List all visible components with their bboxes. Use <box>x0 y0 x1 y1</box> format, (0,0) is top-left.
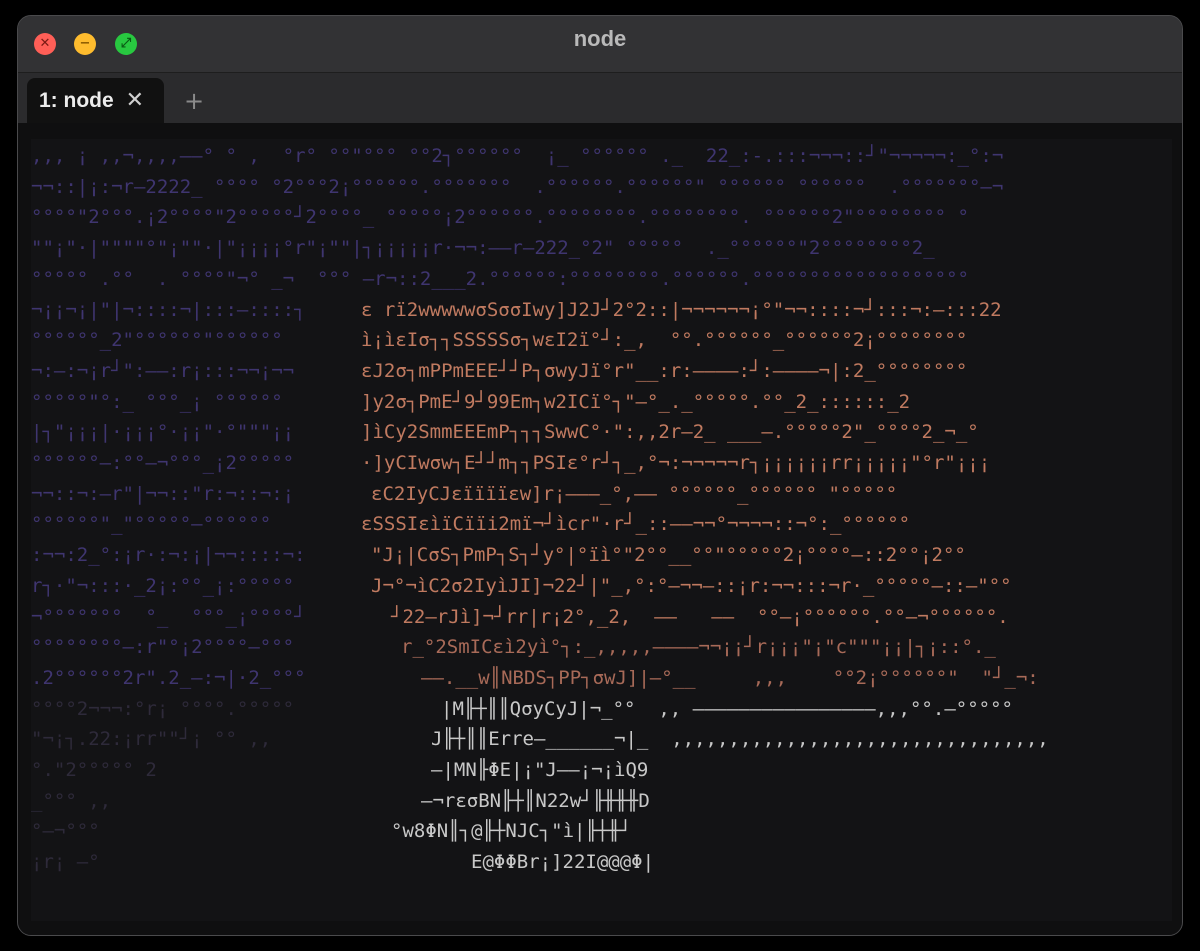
window-title: node <box>573 26 627 51</box>
ascii-figure-line: ε rï2wwwwwσSσσIwy]J2J┘2°2::|¬¬¬¬¬¬¡°"¬¬:… <box>361 298 1002 321</box>
terminal-line: ¬:—:¬¡r┘":——:r¡:::¬¬¡¬¬ <box>31 359 295 382</box>
terminal-line: :¬¬:2_°:¡r·:¬:¡|¬¬::::¬: <box>31 544 306 567</box>
terminal-line: ¡r¡ —° <box>31 851 100 874</box>
ascii-figure-line: ]ìCy2SmmEEEmP┐┐┐SwwC°·":,,2r—2_ ___—.°°°… <box>361 421 979 444</box>
ascii-figure-line: εC2IyCJεïïïïεw]r¡———_°,—— °°°°°°_°°°°°° … <box>371 482 898 505</box>
ascii-figure-line: ·]yCIwσw┐E┘┘m┐┐PSIε°r┘┐_,°¬:¬¬¬¬¬r┐¡¡¡¡¡… <box>361 452 991 474</box>
ascii-figure-line: J╟┼║║Erre—______¬|_ ,,,,,,,,,,,,,,,,,,,,… <box>431 728 1049 751</box>
terminal-line: °—¬°°° <box>31 820 100 843</box>
ascii-figure-line: E@ΦΦBr¡]22I@@@Φ| <box>471 851 655 874</box>
terminal-line: ¬¬::¬:—r"|¬¬::"r:¬::¬:¡ <box>31 482 295 505</box>
terminal-line: °."2°°°°° 2 <box>31 759 169 781</box>
terminal-line: °°°°°°°°—:r"°¡2°°°°—°°° <box>31 636 295 659</box>
ascii-figure-line: —|MN╟ΦE|¡"J——¡¬¡ìQ9 <box>431 759 649 781</box>
terminal-line: °°°°°°_2"°°°°°°"°°°°°° <box>31 329 283 352</box>
terminal-line: |┐"¡¡¡|·¡¡¡°·¡¡"·°"""¡¡ <box>31 421 295 444</box>
terminal-window: ✕ − ⤢ node 1: node ✕ + ,,, ¡ ,,¬,,,,——° … <box>17 15 1183 936</box>
terminal-line: °°°°°°"_"°°°°°—°°°°°° <box>31 513 272 536</box>
ascii-figure-line: °w8ΦN║┐@╟┼NJC┐"ì|╟┼╫┘ <box>391 820 632 843</box>
tab-label: 1: node <box>39 88 114 112</box>
terminal-line: "¬¡┐.22:¡rr""┘¡ °° ,, <box>31 728 272 751</box>
title-bar: ✕ − ⤢ node <box>18 16 1182 73</box>
ascii-figure-line: ┘22—rJì]¬┘rr|r¡2°,_2, —— —— °°—¡°°°°°°.°… <box>391 605 1009 628</box>
terminal-line: °°°°"2°°°.¡2°°°°"2°°°°°┘2°°°°_ °°°°°¡2°°… <box>31 206 969 229</box>
ascii-figure-line: ——.__w║NBDS┐PP┐σwJ]|—°__ ,,, °°2¡°°°°°°"… <box>421 666 1039 689</box>
ascii-figure-line: εJ2σ┐mPPmEEE┘┘P┐σwyJï°r"__:r:————:┘:————… <box>361 359 968 382</box>
new-tab-button[interactable]: + <box>184 87 204 115</box>
ascii-figure-line: r_°2SmICεì2yì°┐:_,,,,,————¬¬¡¡┘r¡¡¡"¡"c"… <box>401 636 996 659</box>
terminal-line: °°°°° .°° . °°°°"¬° _¬ °°° —r¬::2___2.°°… <box>31 267 969 290</box>
tab-bar: 1: node ✕ + <box>18 73 1182 123</box>
terminal-line: °°°°°°—:°°—¬°°°_¡2°°°°° <box>31 452 295 474</box>
tab-node[interactable]: 1: node ✕ <box>27 78 164 123</box>
ascii-figure-line: J¬°¬ìC2σ2IyìJI]¬22┘|"_,°:°—¬¬—::¡r:¬¬:::… <box>371 574 1012 597</box>
terminal-line: ,,, ¡ ,,¬,,,,——° ° , °r° °°"°°° °°2┐°°°°… <box>31 145 1004 167</box>
terminal-line: .2°°°°°°2r".2_—:¬|·2_°°° <box>31 666 306 689</box>
ascii-figure-line: |M╟┼║║QσyCyJ|¬_°° ,, ————————————————,,,… <box>441 697 1013 720</box>
ascii-figure-line: —¬rεσBN╟┼║N22w┘╟╫╫╫D <box>421 789 650 812</box>
terminal-line: ¬°°°°°°° °_ °°°_¡°°°°┘ <box>31 605 306 628</box>
ascii-figure-line: εSSSIεìïCïïi2mï¬┘ìcr"·r┘_::——¬¬°¬¬¬¬::¬°… <box>361 513 911 536</box>
ascii-art-output: ,,, ¡ ,,¬,,,,——° ° , °r° °°"°°° °°2┐°°°°… <box>31 139 1172 921</box>
terminal-line: _°°° ,, <box>31 789 112 812</box>
terminal-line: °°°°2¬¬¬:°r¡ °°°°.°°°°° <box>31 697 295 720</box>
ascii-figure-line: ]y2σ┐PmE┘9┘99Em┐w2ICï°┐"—°_._°°°°°.°°_2_… <box>361 390 911 413</box>
terminal-line: ""¡"·|""""°"¡""·|"¡¡¡¡°r"¡""|┐¡¡¡¡¡r·¬¬:… <box>31 237 935 260</box>
terminal-line: °°°°°"°:_ °°°_¡ °°°°°° <box>31 390 283 413</box>
terminal-line: r┐·"¬:::·_2¡:°°_¡:°°°°° <box>31 574 295 597</box>
terminal-line: ¬¡¡¬¡|"|¬::::¬|:::—::::┐ <box>31 298 306 321</box>
ascii-figure-line: "J¡|CσS┐PmP┐S┐┘y°|°ïì°"2°°__°°"°°°°°2¡°°… <box>371 544 966 567</box>
ascii-figure-line: ì¡ìεIσ┐┐SSSSSσ┐wεI2ï°┘:_, °°.°°°°°°_°°°°… <box>361 329 968 352</box>
terminal-content[interactable]: ,,, ¡ ,,¬,,,,——° ° , °r° °°"°°° °°2┐°°°°… <box>18 123 1182 935</box>
tab-close-icon[interactable]: ✕ <box>126 89 144 112</box>
terminal-line: ¬¬::|¡:¬r—2222_ °°°° °2°°°2¡°°°°°°.°°°°°… <box>31 175 1004 198</box>
